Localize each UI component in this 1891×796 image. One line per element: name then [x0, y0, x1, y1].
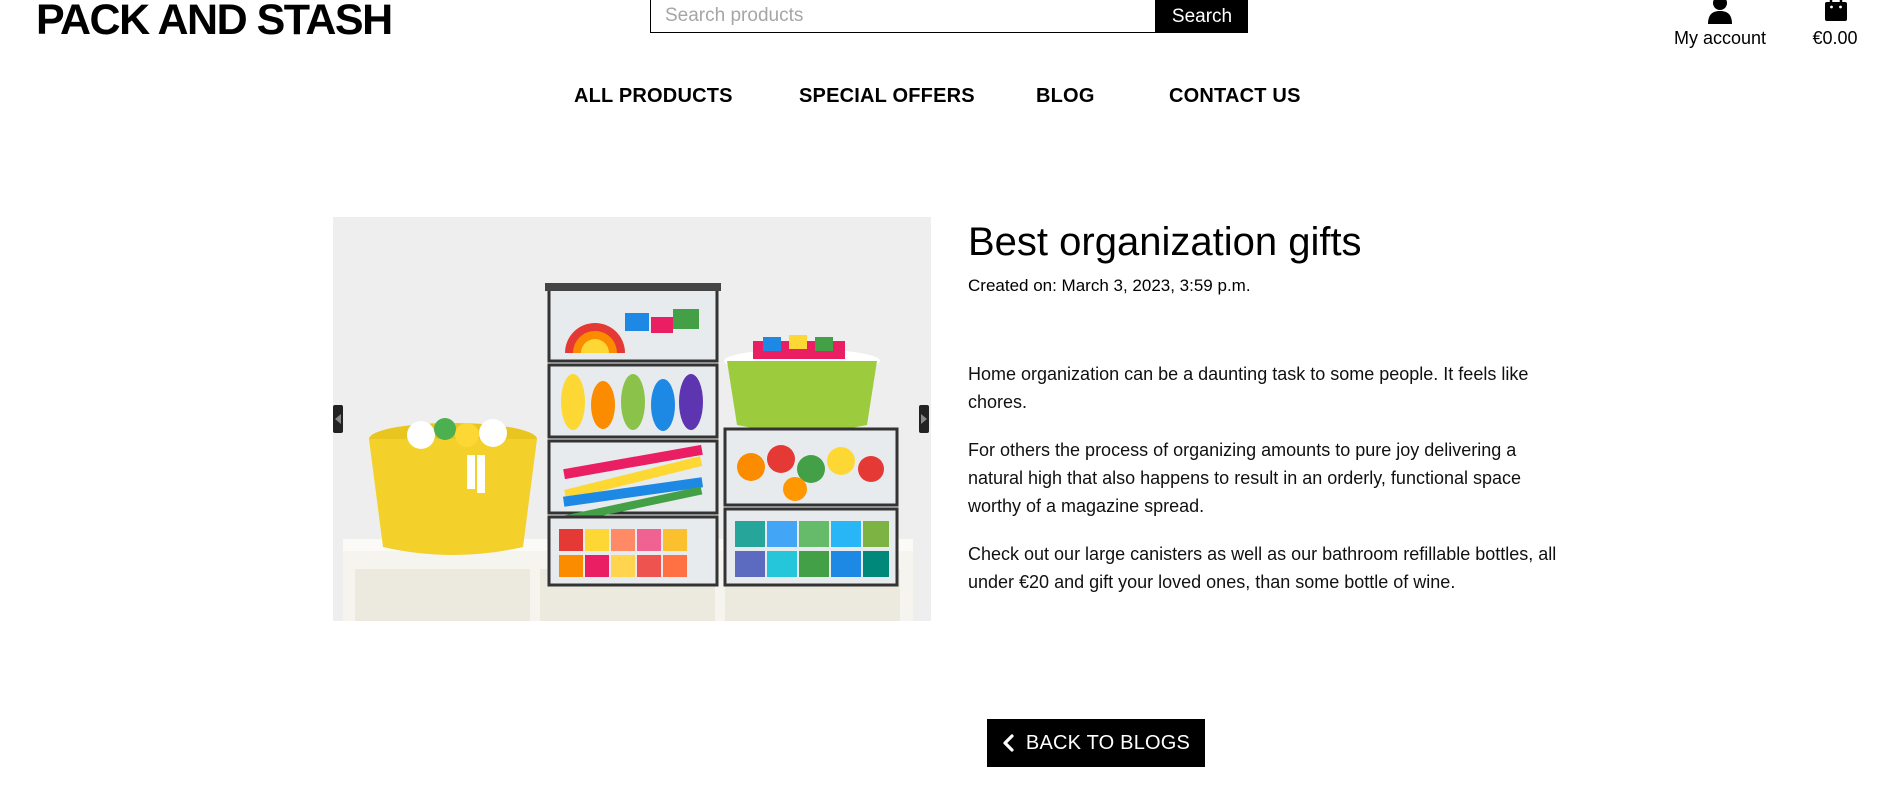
chevron-left-icon: [1003, 734, 1014, 752]
shopping-bag-icon: [1825, 0, 1847, 21]
brand-logo[interactable]: PACK AND STASH: [36, 0, 393, 44]
search-button[interactable]: Search: [1156, 0, 1248, 33]
post-paragraph: For others the process of organizing amo…: [968, 440, 1522, 516]
post-paragraph: Home organization can be a daunting task…: [968, 364, 1529, 412]
caret-left-icon: [335, 414, 341, 424]
blog-post-image: [333, 217, 931, 621]
my-account-label: My account: [1673, 28, 1767, 48]
back-to-blogs-label: BACK TO BLOGS: [1025, 731, 1191, 754]
nav-blog[interactable]: BLOG: [1036, 85, 1095, 108]
nav-contact-us[interactable]: CONTACT US: [1169, 85, 1301, 108]
nav-all-products[interactable]: ALL PRODUCTS: [574, 85, 733, 108]
storage-boxes-illustration: [333, 217, 931, 621]
cart-total: €0.00: [1812, 28, 1858, 48]
carousel-prev-button[interactable]: [333, 405, 343, 433]
back-to-blogs-button[interactable]: BACK TO BLOGS: [987, 719, 1205, 767]
post-created-date: Created on: March 3, 2023, 3:59 p.m.: [968, 276, 1251, 295]
my-account-link[interactable]: My account: [1655, 0, 1785, 50]
carousel-next-button[interactable]: [919, 405, 929, 433]
search-form: Search: [650, 0, 1248, 33]
post-paragraph: Check out our large canisters as well as…: [968, 544, 1557, 592]
nav-special-offers[interactable]: SPECIAL OFFERS: [799, 85, 975, 108]
post-body: Home organization can be a daunting task…: [968, 360, 1558, 616]
cart-link[interactable]: €0.00: [1800, 0, 1870, 50]
caret-right-icon: [921, 414, 927, 424]
user-icon: [1708, 0, 1732, 24]
search-input[interactable]: [650, 0, 1156, 33]
post-title: Best organization gifts: [968, 220, 1362, 264]
